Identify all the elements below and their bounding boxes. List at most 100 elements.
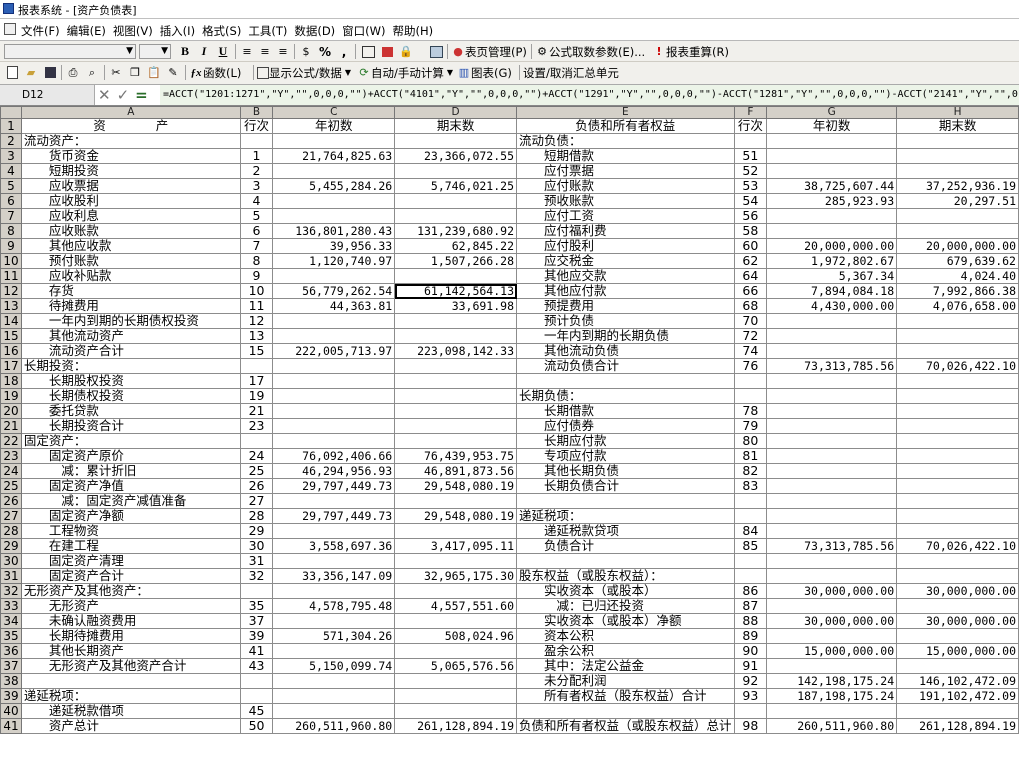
cell[interactable]: 81 [733, 448, 768, 464]
cell[interactable] [272, 613, 396, 629]
bold-button[interactable]: B [176, 43, 194, 60]
cell[interactable] [896, 223, 1019, 239]
cell[interactable]: 1,507,266.28 [394, 253, 517, 269]
row-header[interactable]: 21 [0, 418, 22, 434]
cell[interactable]: 191,102,472.09 [896, 688, 1019, 704]
cell[interactable]: 3 [239, 178, 274, 194]
cell[interactable]: 期末数 [896, 118, 1019, 134]
cell[interactable] [272, 163, 396, 179]
select-all-corner[interactable] [0, 106, 22, 119]
new-button[interactable] [3, 64, 21, 81]
align-center-button[interactable]: ≡ [256, 43, 274, 60]
cell[interactable]: 减：已归还投资 [516, 598, 735, 614]
cell[interactable]: 30,000,000.00 [896, 613, 1019, 629]
cell[interactable] [394, 613, 517, 629]
row-header[interactable]: 16 [0, 343, 22, 359]
cell[interactable]: 流动资产合计 [20, 343, 241, 359]
equals-icon[interactable]: = [135, 86, 148, 104]
cell[interactable] [394, 523, 517, 539]
cell[interactable]: 4,430,000.00 [766, 298, 898, 314]
cell[interactable] [896, 628, 1019, 644]
summary-cell-button[interactable]: 设置/取消汇总单元 [523, 64, 619, 81]
cell[interactable] [766, 388, 898, 404]
cell[interactable]: 应交税金 [516, 253, 735, 269]
cell[interactable]: 应付工资 [516, 208, 735, 224]
border-button[interactable] [359, 43, 377, 60]
cell[interactable] [766, 523, 898, 539]
cell[interactable]: 15,000,000.00 [896, 643, 1019, 659]
cell[interactable] [766, 628, 898, 644]
cell[interactable]: 应付票据 [516, 163, 735, 179]
cell[interactable]: 52 [733, 163, 768, 179]
cell[interactable]: 减：固定资产减值准备 [20, 493, 241, 509]
cell[interactable]: 68 [733, 298, 768, 314]
font-name-combo[interactable]: ▼ [4, 44, 136, 59]
row-header[interactable]: 15 [0, 328, 22, 344]
cell[interactable] [272, 403, 396, 419]
cell[interactable] [766, 418, 898, 434]
cell[interactable] [733, 373, 768, 389]
cell[interactable] [766, 553, 898, 569]
row-header[interactable]: 10 [0, 253, 22, 269]
cell[interactable] [394, 418, 517, 434]
cell[interactable]: 3,558,697.36 [272, 538, 396, 554]
cell[interactable]: 未确认融资费用 [20, 613, 241, 629]
cell[interactable] [239, 583, 274, 599]
cell[interactable] [766, 148, 898, 164]
cell[interactable]: 其他长期资产 [20, 643, 241, 659]
cell[interactable]: 4,578,795.48 [272, 598, 396, 614]
row-header[interactable]: 37 [0, 658, 22, 674]
cell[interactable]: 30,000,000.00 [766, 613, 898, 629]
cell[interactable]: 56,779,262.54 [272, 283, 396, 299]
row-header[interactable]: 5 [0, 178, 22, 194]
cell[interactable] [272, 388, 396, 404]
cell[interactable]: 508,024.96 [394, 628, 517, 644]
cell[interactable]: 146,102,472.09 [896, 673, 1019, 689]
cell[interactable]: 84 [733, 523, 768, 539]
cell[interactable] [394, 193, 517, 209]
cell[interactable]: 29,548,080.19 [394, 478, 517, 494]
cell[interactable]: 长期投资： [20, 358, 241, 374]
cell[interactable]: 工程物资 [20, 523, 241, 539]
column-header[interactable]: A [20, 106, 241, 119]
cell[interactable]: 30 [239, 538, 274, 554]
print-button[interactable]: ⎙ [64, 64, 82, 81]
cell[interactable]: 73,313,785.56 [766, 358, 898, 374]
cell[interactable] [766, 223, 898, 239]
cell[interactable]: 70,026,422.10 [896, 538, 1019, 554]
cell[interactable]: 资 产 [20, 118, 241, 134]
cell[interactable] [896, 703, 1019, 719]
cell[interactable]: 2 [239, 163, 274, 179]
cell[interactable]: 应收补贴款 [20, 268, 241, 284]
cell[interactable]: 行次 [733, 118, 768, 134]
cell[interactable] [394, 358, 517, 374]
cell[interactable] [896, 418, 1019, 434]
cell[interactable] [896, 568, 1019, 584]
cell[interactable] [272, 493, 396, 509]
cell[interactable]: 29 [239, 523, 274, 539]
column-header[interactable]: B [239, 106, 274, 119]
align-right-button[interactable]: ≡ [274, 43, 292, 60]
cell[interactable]: 预计负债 [516, 313, 735, 329]
cell[interactable]: 41 [239, 643, 274, 659]
cell[interactable]: 88 [733, 613, 768, 629]
menu-item[interactable]: 工具(T) [248, 23, 287, 39]
cell[interactable] [516, 373, 735, 389]
cell[interactable]: 85 [733, 538, 768, 554]
cell[interactable]: 其他流动资产 [20, 328, 241, 344]
row-header[interactable]: 32 [0, 583, 22, 599]
cell[interactable]: 46,294,956.93 [272, 463, 396, 479]
cell[interactable]: 87 [733, 598, 768, 614]
menu-item[interactable]: 帮助(H) [393, 23, 434, 39]
cell[interactable] [766, 313, 898, 329]
cell[interactable]: 21 [239, 403, 274, 419]
formula-input[interactable]: =ACCT("1201:1271","Y","",0,0,0,"")+ACCT(… [160, 85, 1019, 105]
cell[interactable]: 负债和所有者权益 [516, 118, 735, 134]
cell[interactable]: 其他应交款 [516, 268, 735, 284]
row-header[interactable]: 19 [0, 388, 22, 404]
chart-button[interactable]: ▥ 图表(G) [457, 64, 512, 81]
menu-item[interactable]: 格式(S) [202, 23, 241, 39]
cell[interactable]: 83 [733, 478, 768, 494]
cell[interactable] [766, 448, 898, 464]
row-header[interactable]: 8 [0, 223, 22, 239]
